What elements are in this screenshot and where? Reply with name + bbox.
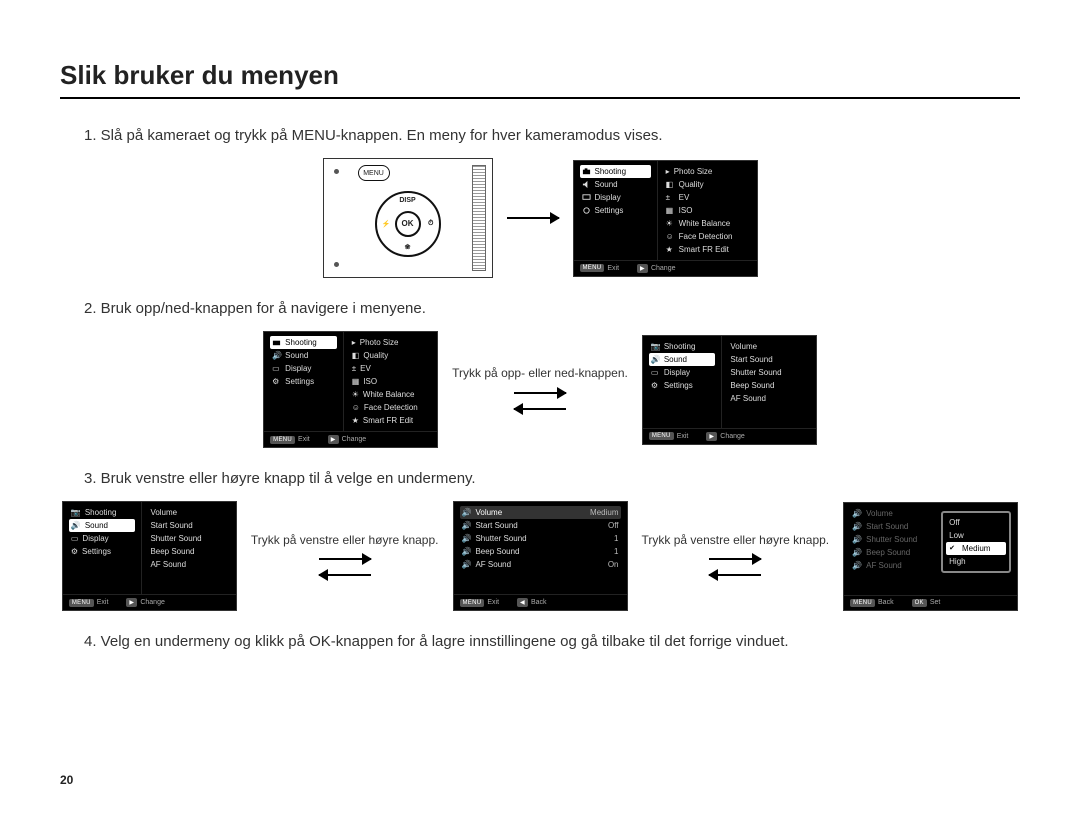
lcd-screen-sound: 📷Shooting 🔊Sound ▭Display ⚙Settings Volu… <box>642 335 817 445</box>
menu-item-shooting: Shooting <box>580 165 651 178</box>
opt-medium: Medium <box>946 542 1006 555</box>
step-4-text: 4. Velg en undermeny og klikk på OK-knap… <box>84 633 1010 650</box>
lcd-screen-shooting-2: Shooting 🔊Sound ▭Display ⚙Settings ▸Phot… <box>263 331 438 448</box>
camera-screw-icon <box>334 262 339 267</box>
arrow-right-icon <box>319 554 371 564</box>
row-start-sound: 🔊Start SoundOff <box>460 519 621 532</box>
step-3-figure: 📷Shooting 🔊Sound ▭Display ⚙Settings Volu… <box>60 501 1020 611</box>
arrow-left-icon <box>709 570 761 580</box>
camera-icon <box>582 167 591 176</box>
ev-icon: ± <box>666 193 675 202</box>
opt-quality: ◧Quality <box>664 178 751 191</box>
step-1-figure: MENU DISP ⚡ ⏱ ❀ OK Shooting Sound Displa… <box>60 158 1020 278</box>
speaker-icon <box>582 180 591 189</box>
step-1-text: 1. Slå på kameraet og trykk på MENU-knap… <box>84 127 1010 144</box>
quality-icon: ◧ <box>666 180 675 189</box>
lcd-volume-popup: 🔊Volume 🔊Start Sound 🔊Shutter Sound 🔊Bee… <box>843 502 1018 611</box>
arrow-right-icon <box>507 213 559 223</box>
row-af-sound: 🔊AF SoundOn <box>460 558 621 571</box>
footer-change: ▶Change <box>637 264 675 273</box>
menu-item-sound: Sound <box>580 178 651 191</box>
lcd-screen-shooting: Shooting Sound Display Settings ▸Photo S… <box>573 160 758 277</box>
opt-iso: ▦ISO <box>664 204 751 217</box>
opt-wb: ☀White Balance <box>664 217 751 230</box>
row-beep-sound: 🔊Beep Sound1 <box>460 545 621 558</box>
display-icon <box>582 193 591 202</box>
wb-icon: ☀ <box>666 219 675 228</box>
menu-item-display: Display <box>580 191 651 204</box>
camera-dpad: DISP ⚡ ⏱ ❀ OK <box>375 191 441 257</box>
camera-grip <box>472 165 486 271</box>
menu-item-settings: Settings <box>580 204 651 217</box>
row-volume: 🔊VolumeMedium <box>460 506 621 519</box>
iso-icon: ▦ <box>666 206 675 215</box>
opt-smartfr: ★Smart FR Edit <box>664 243 751 256</box>
step-3-text: 3. Bruk venstre eller høyre knapp til å … <box>84 470 1010 487</box>
caption-leftright-1: Trykk på venstre eller høyre knapp. <box>251 532 439 548</box>
opt-face: ☺Face Detection <box>664 230 751 243</box>
arrow-right-icon <box>514 388 566 398</box>
opt-off: Off <box>946 516 1006 529</box>
step-2-text: 2. Bruk opp/ned-knappen for å navigere i… <box>84 300 1010 317</box>
arrow-left-icon <box>514 404 566 414</box>
opt-photo-size: ▸Photo Size <box>664 165 751 178</box>
star-icon: ★ <box>666 245 675 254</box>
dpad-ok: OK <box>395 211 421 237</box>
page-number: 20 <box>60 773 73 787</box>
face-icon: ☺ <box>666 232 675 241</box>
dpad-up-label: DISP <box>399 197 415 204</box>
macro-icon: ❀ <box>405 243 411 251</box>
timer-icon: ⏱ <box>428 220 433 228</box>
gear-icon <box>582 206 591 215</box>
footer-exit: MENUExit <box>580 264 620 273</box>
page-title: Slik bruker du menyen <box>60 60 1020 99</box>
camera-screw-icon <box>334 169 339 174</box>
step-2-figure: Shooting 🔊Sound ▭Display ⚙Settings ▸Phot… <box>60 331 1020 448</box>
lcd-sound-left: 📷Shooting 🔊Sound ▭Display ⚙Settings Volu… <box>62 501 237 611</box>
opt-ev: ±EV <box>664 191 751 204</box>
volume-options-popup: Off Low Medium High <box>941 511 1011 573</box>
opt-high: High <box>946 555 1006 568</box>
flash-icon: ⚡ <box>382 220 391 228</box>
arrow-right-icon <box>709 554 761 564</box>
lcd-sound-values: 🔊VolumeMedium 🔊Start SoundOff 🔊Shutter S… <box>453 501 628 611</box>
caption-updown: Trykk på opp- eller ned-knappen. <box>452 365 628 381</box>
opt-low: Low <box>946 529 1006 542</box>
caption-leftright-2: Trykk på venstre eller høyre knapp. <box>642 532 830 548</box>
camera-illustration: MENU DISP ⚡ ⏱ ❀ OK <box>323 158 493 278</box>
arrow-left-icon <box>319 570 371 580</box>
camera-menu-button: MENU <box>358 165 390 181</box>
row-shutter-sound: 🔊Shutter Sound1 <box>460 532 621 545</box>
